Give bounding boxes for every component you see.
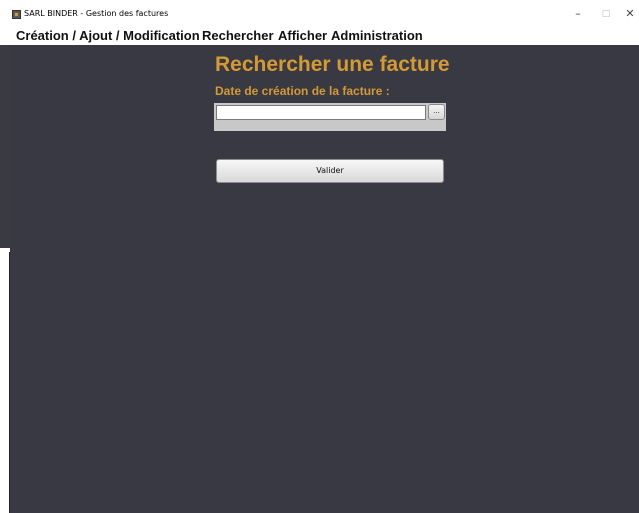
window-title: SARL BINDER - Gestion des factures (24, 9, 169, 18)
menu-afficher[interactable]: Afficher (278, 28, 327, 43)
minimize-button[interactable]: – (567, 5, 589, 23)
date-field-label: Date de création de la facture : (215, 84, 390, 98)
maximize-button[interactable]: □ (595, 5, 617, 23)
app-window: SARL BINDER - Gestion des factures – □ ✕… (0, 0, 639, 513)
close-button[interactable]: ✕ (619, 5, 639, 23)
date-picker-button[interactable]: ... (428, 104, 445, 120)
title-bar[interactable]: SARL BINDER - Gestion des factures – □ ✕ (0, 0, 639, 27)
menu-rechercher[interactable]: Rechercher (202, 28, 274, 43)
date-input[interactable] (216, 105, 426, 120)
menu-creation[interactable]: Création / Ajout / Modification (16, 28, 200, 43)
page-title: Rechercher une facture (215, 53, 450, 76)
menu-bar: Création / Ajout / Modification Recherch… (0, 27, 639, 45)
app-icon (12, 10, 21, 19)
submit-button[interactable]: Valider (216, 159, 444, 183)
menu-administration[interactable]: Administration (331, 28, 423, 43)
